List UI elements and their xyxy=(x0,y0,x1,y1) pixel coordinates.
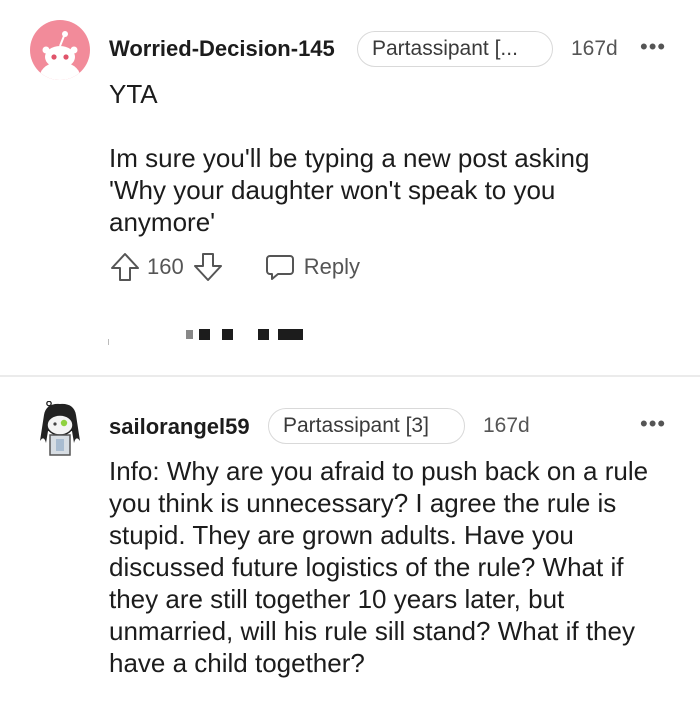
artifact xyxy=(278,329,303,340)
artifact xyxy=(258,329,269,340)
comment-line: unmarried, will his rule sill stand? Wha… xyxy=(109,616,635,646)
username[interactable]: sailorangel59 xyxy=(109,414,250,440)
comment-body: YTA Im sure you'll be typing a new post … xyxy=(109,78,689,238)
vote-count: 160 xyxy=(147,254,184,279)
reply-button[interactable]: Reply xyxy=(264,251,360,283)
comment-line: have a child together? xyxy=(109,648,365,678)
comment-line: you think is unnecessary? I agree the ru… xyxy=(109,488,617,518)
more-options-icon[interactable]: ••• xyxy=(640,413,666,435)
comment-line: they are still together 10 years later, … xyxy=(109,584,565,614)
user-flair: Partassipant [3] xyxy=(268,408,465,444)
comment-line: Im sure you'll be typing a new post aski… xyxy=(109,143,590,173)
snoo-icon xyxy=(40,31,80,80)
comment: sailorangel59 Partassipant [3] 167d ••• … xyxy=(0,377,700,703)
snoo-icon xyxy=(40,400,80,456)
downvote-icon[interactable] xyxy=(192,251,224,283)
user-flair: Partassipant [... xyxy=(357,31,553,67)
comment-line: stupid. They are grown adults. Have you xyxy=(109,520,574,550)
artifact xyxy=(108,339,109,345)
artifact xyxy=(186,330,193,339)
user-avatar[interactable] xyxy=(30,20,90,80)
upvote-icon[interactable] xyxy=(109,251,141,283)
comment-line xyxy=(109,110,689,142)
comment-age: 167d xyxy=(571,37,618,60)
comment-age: 167d xyxy=(483,414,530,437)
artifact xyxy=(199,329,210,340)
comment-line: anymore' xyxy=(109,207,216,237)
username[interactable]: Worried-Decision-145 xyxy=(109,36,335,62)
user-avatar[interactable] xyxy=(36,400,84,457)
comment-actions: 160 Reply xyxy=(109,250,360,284)
reply-icon xyxy=(264,251,296,283)
comment-line: YTA xyxy=(109,79,158,109)
artifact xyxy=(222,329,233,340)
more-options-icon[interactable]: ••• xyxy=(640,36,666,58)
comment-line: Info: Why are you afraid to push back on… xyxy=(109,456,649,486)
comment-line: 'Why your daughter won't speak to you xyxy=(109,175,556,205)
comment-line: discussed future logistics of the rule? … xyxy=(109,552,624,582)
comment: Worried-Decision-145 Partassipant [... 1… xyxy=(0,0,700,376)
comment-body: Info: Why are you afraid to push back on… xyxy=(109,455,694,679)
reply-label: Reply xyxy=(303,254,360,279)
